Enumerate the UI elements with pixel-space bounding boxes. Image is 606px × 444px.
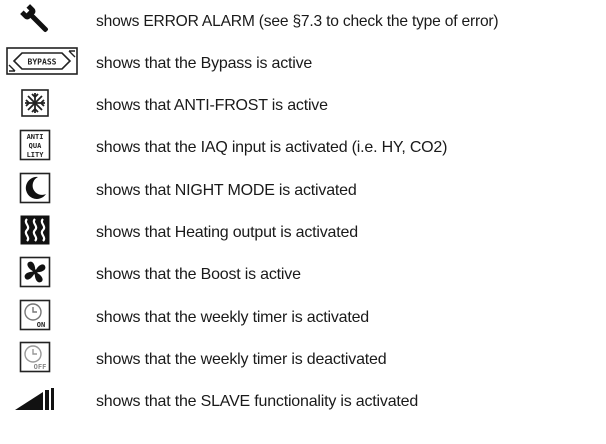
legend-row-slave: shows that the SLAVE functionality is ac… — [0, 382, 606, 422]
svg-text:BYPASS: BYPASS — [28, 58, 57, 67]
legend-row-error-alarm: shows ERROR ALARM (see §7.3 to check the… — [0, 2, 606, 42]
legend-text: shows that the Boost is active — [96, 266, 301, 283]
fan-icon — [10, 255, 60, 289]
legend-row-heating: shows that Heating output is activated — [0, 213, 606, 253]
snowflake-icon — [10, 86, 60, 120]
legend-text: shows ERROR ALARM (see §7.3 to check the… — [96, 13, 499, 30]
weekly-timer-on-icon: ON — [10, 298, 60, 332]
iaq-icon: ANTI QUA LITY — [10, 128, 60, 162]
wrench-icon — [10, 2, 60, 36]
legend-text: shows that the Bypass is active — [96, 55, 313, 72]
legend-row-boost: shows that the Boost is active — [0, 255, 606, 295]
legend-text: shows that NIGHT MODE is activated — [96, 182, 357, 199]
legend-row-bypass: BYPASS shows that the Bypass is active — [0, 44, 606, 84]
slave-signal-icon — [10, 382, 60, 416]
svg-text:OFF: OFF — [34, 363, 47, 371]
weekly-timer-off-icon: OFF — [10, 340, 60, 374]
legend-text: shows that the weekly timer is activated — [96, 309, 370, 326]
svg-text:ON: ON — [37, 321, 45, 329]
moon-icon — [10, 171, 60, 205]
legend-text: shows that the SLAVE functionality is ac… — [96, 393, 419, 410]
legend-row-weekly-timer-on: ON shows that the weekly timer is activa… — [0, 298, 606, 338]
bypass-icon: BYPASS — [6, 44, 78, 78]
legend-text: shows that the weekly timer is deactivat… — [96, 351, 387, 368]
legend-row-night-mode: shows that NIGHT MODE is activated — [0, 171, 606, 211]
svg-text:LITY: LITY — [27, 151, 45, 159]
svg-text:QUA: QUA — [29, 142, 42, 150]
legend-row-weekly-timer-off: OFF shows that the weekly timer is deact… — [0, 340, 606, 380]
legend-text: shows that ANTI-FROST is active — [96, 97, 328, 114]
svg-text:ANTI: ANTI — [27, 133, 44, 141]
legend-text: shows that the IAQ input is activated (i… — [96, 139, 448, 156]
legend-row-iaq: ANTI QUA LITY shows that the IAQ input i… — [0, 128, 606, 168]
heating-icon — [10, 213, 60, 247]
legend-text: shows that Heating output is activated — [96, 224, 358, 241]
legend-row-anti-frost: shows that ANTI-FROST is active — [0, 86, 606, 126]
